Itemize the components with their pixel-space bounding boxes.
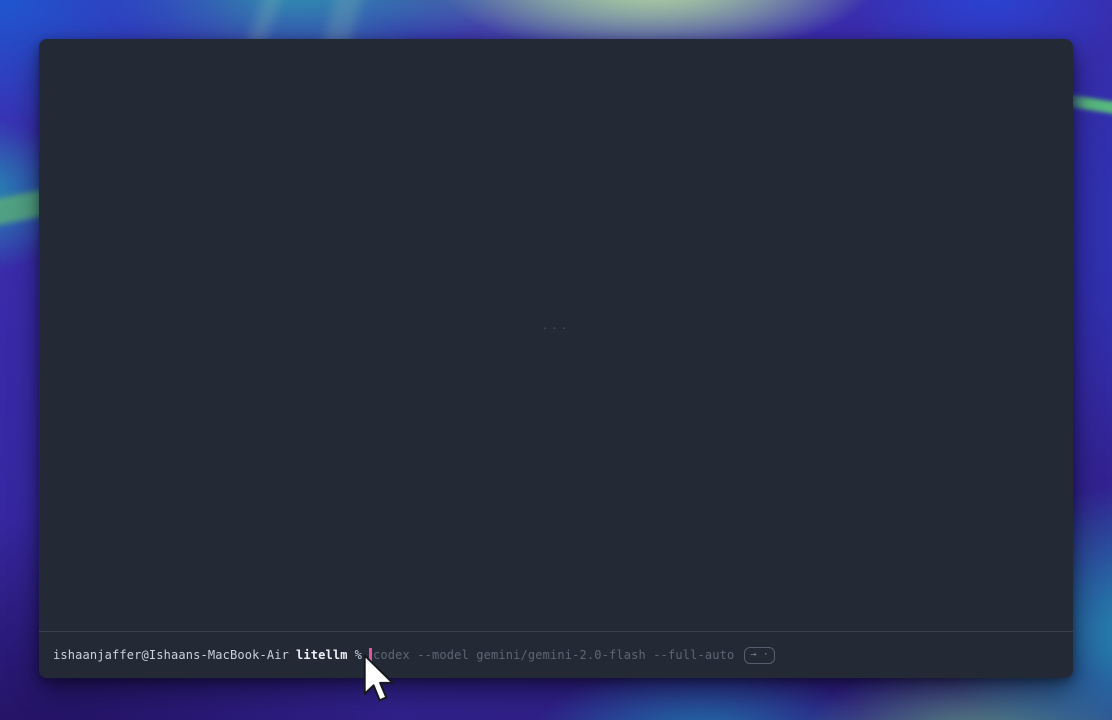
prompt-user-host: ishaanjaffer@Ishaans-MacBook-Air [53,648,289,662]
desktop-wallpaper: ··· ishaanjaffer@Ishaans-MacBook-Air lit… [0,0,1112,720]
suggestion-accept-badge: → · [744,647,775,664]
prompt-directory: litellm [296,648,348,662]
terminal-output-ellipsis: ··· [39,322,1073,335]
terminal-output-area: ··· [39,39,1073,631]
prompt-symbol: % [355,648,362,662]
text-cursor [369,648,372,663]
terminal-window[interactable]: ··· ishaanjaffer@Ishaans-MacBook-Air lit… [39,39,1073,678]
terminal-prompt-row[interactable]: ishaanjaffer@Ishaans-MacBook-Air litellm… [39,631,1073,678]
autosuggestion-text: codex --model gemini/gemini-2.0-flash --… [373,648,734,662]
